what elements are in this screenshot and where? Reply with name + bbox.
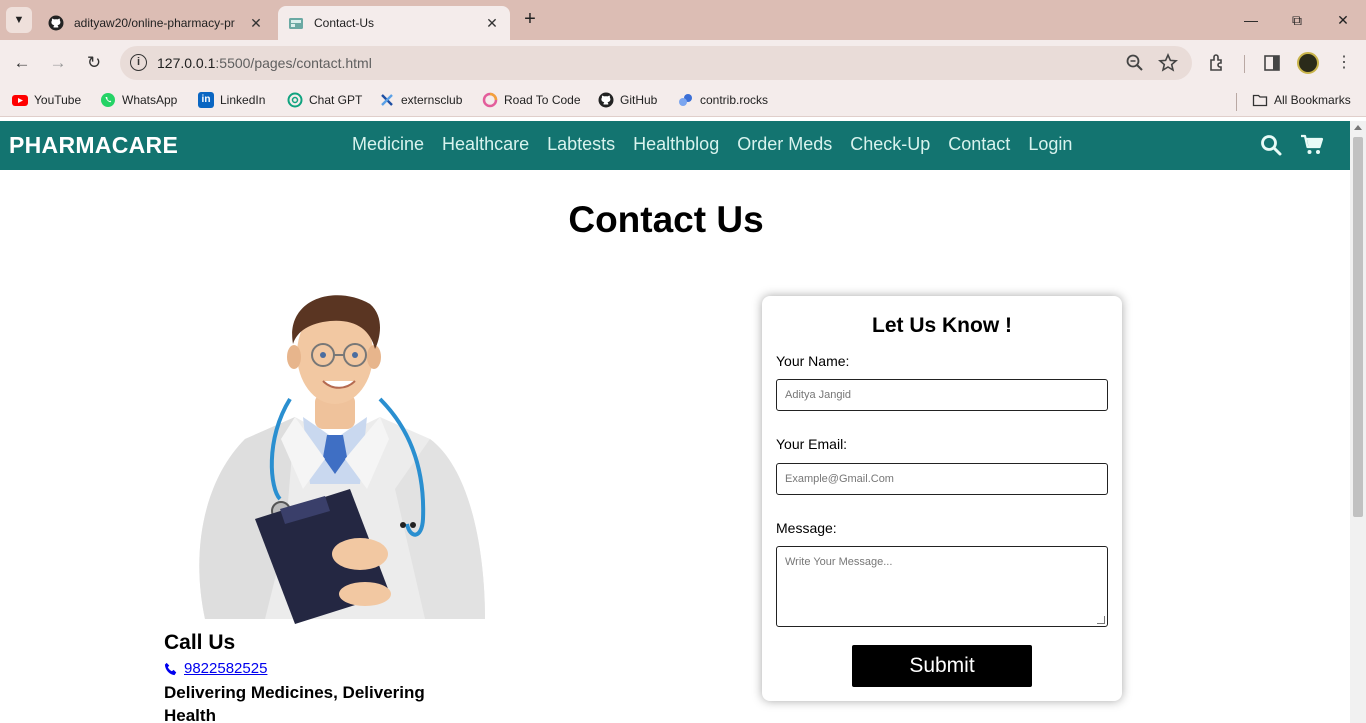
url-text[interactable]: 127.0.0.1:5500/pages/contact.html [157,55,372,71]
close-icon[interactable]: ✕ [248,15,264,32]
tab-search-button[interactable]: ▼ [6,7,32,33]
doctor-illustration [199,295,486,624]
browser-menu-icon[interactable]: ⋮ [1333,52,1355,74]
back-button[interactable]: ← [9,50,35,76]
bookmark-whatsapp[interactable]: WhatsApp [100,92,177,108]
cart-icon[interactable] [1300,133,1324,157]
bookmark-label: externsclub [401,93,463,107]
submit-button[interactable]: Submit [852,645,1032,687]
toolbar-divider [1244,55,1245,73]
contact-form: Let Us Know ! Your Name: Aditya Jangid Y… [762,296,1122,701]
minimize-button[interactable]: — [1236,8,1266,32]
nav-link-contact[interactable]: Contact [948,134,1010,155]
folder-icon [1252,94,1268,107]
message-textarea[interactable]: Write Your Message... [776,546,1108,627]
phone-link[interactable]: 9822582525 [164,660,267,677]
bookmark-contribrocks[interactable]: contrib.rocks [678,92,768,108]
search-icon[interactable] [1259,133,1283,157]
restore-button[interactable]: ⧉ [1282,8,1312,32]
nav-link-order-meds[interactable]: Order Meds [737,134,832,155]
address-bar[interactable]: i 127.0.0.1:5500/pages/contact.html [120,46,1192,80]
email-label: Your Email: [776,436,848,452]
tab-title: adityaw20/online-pharmacy-pr [74,16,235,30]
profile-avatar[interactable] [1297,52,1319,74]
scroll-up-arrow[interactable] [1354,125,1362,130]
github-icon [48,15,64,31]
bookmark-label: contrib.rocks [700,93,769,107]
bookmark-label: All Bookmarks [1274,93,1351,107]
nav-link-login[interactable]: Login [1028,134,1072,155]
message-label: Message: [776,520,837,536]
extensions-icon[interactable] [1207,52,1229,74]
bookmark-linkedin[interactable]: in LinkedIn [198,92,265,108]
brand-logo[interactable]: PHARMACARE [9,132,178,159]
phone-icon [164,662,177,675]
web-page: PHARMACARE Medicine Healthcare Labtests … [0,121,1350,723]
nav-link-labtests[interactable]: Labtests [547,134,615,155]
github-icon [598,92,614,108]
bookmark-label: Chat GPT [309,93,363,107]
resize-handle[interactable] [1097,616,1105,624]
bookmark-label: WhatsApp [122,93,178,107]
linkedin-icon: in [198,92,214,108]
tab-contact-us[interactable]: Contact-Us ✕ [278,6,510,40]
bookmark-label: GitHub [620,93,658,107]
phone-number: 9822582525 [184,660,268,677]
tab-github[interactable]: adityaw20/online-pharmacy-pr ✕ [38,6,274,40]
site-favicon [289,18,303,29]
call-us-heading: Call Us [164,631,236,654]
side-panel-icon[interactable] [1261,52,1283,74]
main-menu: Medicine Healthcare Labtests Healthblog … [352,134,1072,155]
message-placeholder: Write Your Message... [785,556,893,568]
bookmarks-divider [1236,93,1237,111]
scrollbar-thumb[interactable] [1353,137,1363,517]
site-info-icon[interactable]: i [130,54,147,71]
name-input[interactable]: Aditya Jangid [776,379,1108,411]
bookmarks-bar: YouTube WhatsApp in LinkedIn Chat GPT ex… [0,85,1366,117]
youtube-icon [12,95,28,106]
reload-button[interactable]: ↻ [81,50,107,76]
externsclub-icon [381,94,393,106]
tab-title: Contact-Us [314,16,375,30]
bookmark-label: Road To Code [504,93,581,107]
email-input[interactable]: Example@Gmail.Com [776,463,1108,495]
browser-tab-strip: ▼ adityaw20/online-pharmacy-pr ✕ Contact… [0,0,1366,40]
roadtocode-icon [482,92,498,108]
new-tab-button[interactable]: + [518,8,542,32]
nav-link-check-up[interactable]: Check-Up [850,134,930,155]
contrib-icon [679,94,692,106]
form-title: Let Us Know ! [872,314,1012,337]
window-close-button[interactable]: ✕ [1328,8,1358,32]
bookmark-label: LinkedIn [220,93,266,107]
bookmark-label: YouTube [34,93,82,107]
chatgpt-icon [287,92,303,108]
bookmark-roadtocode[interactable]: Road To Code [482,92,581,108]
bookmark-star-icon[interactable] [1158,53,1178,73]
nav-link-healthcare[interactable]: Healthcare [442,134,529,155]
close-icon[interactable]: ✕ [484,15,500,32]
bookmark-externsclub[interactable]: externsclub [379,92,462,108]
zoom-icon[interactable] [1125,53,1145,73]
nav-link-medicine[interactable]: Medicine [352,134,424,155]
page-scrollbar[interactable] [1350,121,1366,723]
page-title: Contact Us [568,199,764,240]
name-label: Your Name: [776,353,850,369]
tagline: Delivering Medicines, Delivering Health [164,683,425,723]
whatsapp-icon [101,93,115,107]
forward-button[interactable]: → [45,50,71,76]
bookmark-youtube[interactable]: YouTube [12,92,81,108]
bookmark-chatgpt[interactable]: Chat GPT [287,92,362,108]
browser-toolbar: ← → ↻ i 127.0.0.1:5500/pages/contact.htm… [0,40,1366,85]
bookmark-github[interactable]: GitHub [598,92,657,108]
all-bookmarks-button[interactable]: All Bookmarks [1252,92,1351,108]
nav-link-healthblog[interactable]: Healthblog [633,134,719,155]
site-navbar: PHARMACARE Medicine Healthcare Labtests … [0,121,1350,170]
